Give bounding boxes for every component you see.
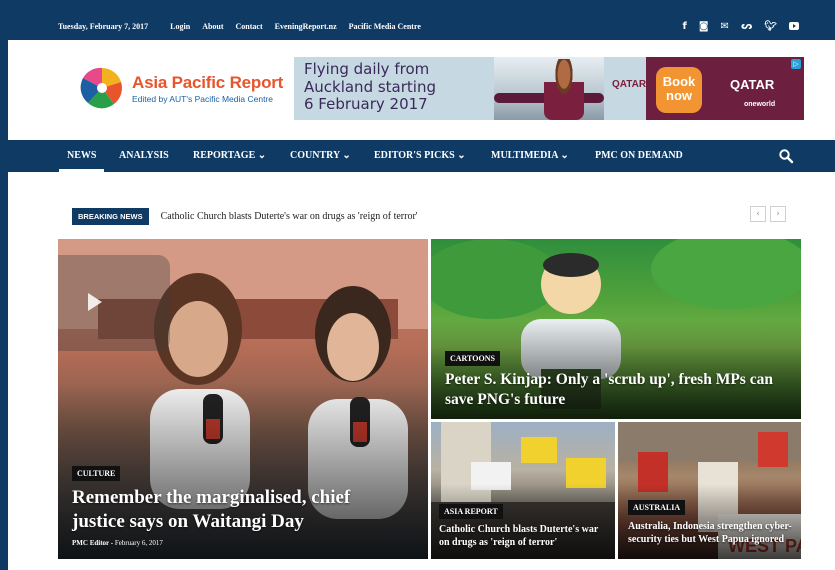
logo-subtitle: Edited by AUT's Pacific Media Centre xyxy=(132,93,273,104)
ad-line-3: 6 February 2017 xyxy=(304,95,428,113)
instagram-icon[interactable]: ◙ xyxy=(699,21,709,32)
breaking-news-label: BREAKING NEWS xyxy=(72,208,149,225)
rss-icon[interactable]: ᔕ xyxy=(741,21,752,32)
nav-news[interactable]: NEWS xyxy=(58,140,106,172)
main-nav: NEWS ANALYSIS REPORTAGE ⌄ COUNTRY ⌄ EDIT… xyxy=(8,140,835,172)
story-headline[interactable]: Australia, Indonesia strengthen cyber-se… xyxy=(628,520,796,546)
story-headline[interactable]: Peter S. Kinjap: Only a 'scrub up', fres… xyxy=(445,370,775,410)
ad-oneworld-logo: oneworld xyxy=(744,101,776,108)
story-tile-asia-report[interactable]: ASIA REPORT Catholic Church blasts Duter… xyxy=(431,422,615,559)
nav-analysis[interactable]: ANALYSIS xyxy=(119,140,169,172)
search-icon[interactable] xyxy=(778,148,794,164)
story-byline: PMC Editor - February 6, 2017 xyxy=(72,539,163,547)
contact-link[interactable]: Contact xyxy=(236,22,263,31)
nav-editors-picks-label: EDITOR'S PICKS xyxy=(374,150,455,161)
ticker-prev-button[interactable]: ‹ xyxy=(750,206,766,222)
pacific-media-centre-link[interactable]: Pacific Media Centre xyxy=(349,22,421,31)
page-frame: Tuesday, February 7, 2017 Login About Co… xyxy=(8,12,835,570)
login-link[interactable]: Login xyxy=(170,22,190,31)
ticker-arrows: ‹ › xyxy=(750,206,786,222)
mail-icon[interactable]: ✉ xyxy=(721,21,729,32)
category-badge[interactable]: CULTURE xyxy=(72,466,121,481)
nav-editors-picks[interactable]: EDITOR'S PICKS ⌄ xyxy=(374,140,466,172)
ticker-next-button[interactable]: › xyxy=(770,206,786,222)
story-headline[interactable]: Catholic Church blasts Duterte's war on … xyxy=(439,523,609,549)
category-badge[interactable]: CARTOONS xyxy=(445,351,500,366)
chevron-down-icon: ⌄ xyxy=(457,150,466,161)
site-logo[interactable]: Asia Pacific Report Edited by AUT's Paci… xyxy=(80,66,283,110)
ad-plane-livery-text: QATAR xyxy=(612,79,647,90)
twitter-icon[interactable]: 🐦︎ xyxy=(764,21,777,32)
video-play-icon[interactable] xyxy=(58,255,170,351)
nav-reportage[interactable]: REPORTAGE ⌄ xyxy=(193,140,266,172)
ad-right-panel: Book now QATAR oneworld xyxy=(646,57,804,120)
ad-book-now-button[interactable]: Book now xyxy=(656,67,702,113)
nav-multimedia-label: MULTIMEDIA xyxy=(491,150,558,161)
top-bar: Tuesday, February 7, 2017 Login About Co… xyxy=(8,12,835,40)
chevron-down-icon: ⌄ xyxy=(342,150,351,161)
story-tile-australia[interactable]: WEST PAPI AUSTRALIA Australia, Indonesia… xyxy=(618,422,801,559)
about-link[interactable]: About xyxy=(202,22,223,31)
ad-line-1: Flying daily from xyxy=(304,60,430,78)
evening-report-link[interactable]: EveningReport.nz xyxy=(275,22,337,31)
ad-person-image xyxy=(544,59,584,120)
story-headline[interactable]: Remember the marginalised, chief justice… xyxy=(72,486,392,534)
ad-choices-icon[interactable]: ▷ xyxy=(791,59,801,69)
qatar-airways-banner-ad[interactable]: Flying daily from Auckland starting 6 Fe… xyxy=(294,57,804,120)
logo-title: Asia Pacific Report xyxy=(132,72,284,92)
chevron-down-icon: ⌄ xyxy=(257,150,267,161)
ad-line-2: Auckland starting xyxy=(304,77,436,96)
featured-story-tile[interactable]: CULTURE Remember the marginalised, chief… xyxy=(58,239,428,559)
current-date: Tuesday, February 7, 2017 xyxy=(58,21,149,31)
facebook-icon[interactable]: f xyxy=(682,21,686,32)
nav-country[interactable]: COUNTRY ⌄ xyxy=(290,140,351,172)
ad-text: Flying daily from Auckland starting 6 Fe… xyxy=(304,60,436,114)
nav-pmc-on-demand[interactable]: PMC ON DEMAND xyxy=(595,140,683,172)
category-badge[interactable]: AUSTRALIA xyxy=(628,500,686,515)
youtube-icon[interactable] xyxy=(789,22,799,30)
logo-mark-icon xyxy=(80,67,123,109)
site-header: Asia Pacific Report Edited by AUT's Paci… xyxy=(8,40,835,140)
nav-multimedia[interactable]: MULTIMEDIA ⌄ xyxy=(491,140,569,172)
breaking-news-ticker: BREAKING NEWS Catholic Church blasts Dut… xyxy=(72,208,418,225)
nav-reportage-label: REPORTAGE xyxy=(193,150,256,161)
story-date: February 6, 2017 xyxy=(114,539,163,547)
ad-qatar-logo: QATAR xyxy=(730,77,775,92)
breaking-news-headline[interactable]: Catholic Church blasts Duterte's war on … xyxy=(161,211,418,222)
author-name[interactable]: PMC Editor xyxy=(72,539,109,547)
story-tile-cartoon[interactable]: CARTOONS Peter S. Kinjap: Only a 'scrub … xyxy=(431,239,801,419)
category-badge[interactable]: ASIA REPORT xyxy=(439,504,503,519)
chevron-down-icon: ⌄ xyxy=(560,150,569,161)
nav-country-label: COUNTRY xyxy=(290,150,340,161)
social-links: f ◙ ✉ ᔕ 🐦︎ xyxy=(682,12,799,40)
